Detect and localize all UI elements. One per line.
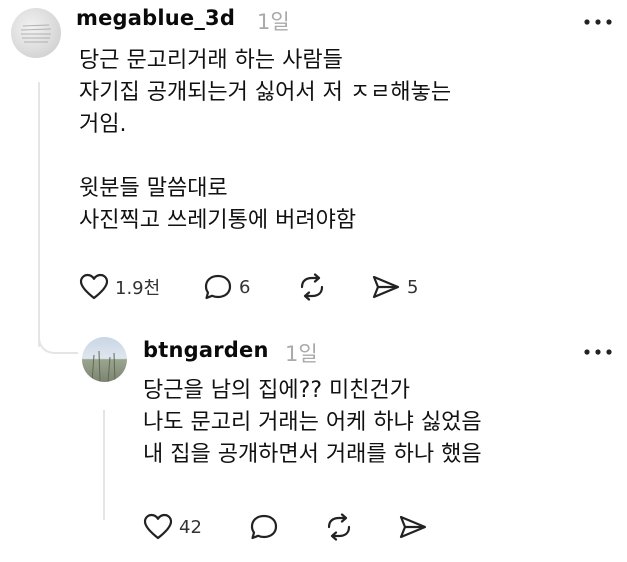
avatar-image [91, 350, 116, 382]
like-button[interactable]: 42 [143, 513, 202, 541]
share-button[interactable] [398, 513, 428, 541]
reply-line: 나도 문고리 거래는 어케 하냐 싫었음 [143, 410, 482, 435]
reply-line: 내 집을 공개하면서 거래를 하나 했음 [143, 442, 482, 467]
more-horizontal-icon[interactable] [583, 345, 613, 359]
share-count: 5 [407, 276, 419, 298]
more-horizontal-icon[interactable] [583, 15, 613, 29]
like-button[interactable]: 1.9천 [79, 273, 160, 301]
comment-button[interactable]: 6 [203, 273, 250, 301]
reply-line: 당근을 남의 집에?? 미친건가 [143, 378, 410, 403]
reply-thread-line [103, 410, 105, 520]
repost-button[interactable] [323, 513, 355, 541]
reply-body: 당근을 남의 집에?? 미친건가 나도 문고리 거래는 어케 하냐 싫었음 내 … [143, 375, 482, 471]
like-count: 42 [179, 516, 202, 538]
post-line: 당근 문고리거래 하는 사람들 [79, 48, 343, 73]
repost-button[interactable] [296, 273, 328, 301]
avatar[interactable] [11, 8, 61, 58]
repost-icon [300, 273, 324, 301]
heart-icon [79, 273, 109, 300]
share-button[interactable]: 5 [371, 273, 418, 301]
post-line: 윗분들 말씀대로 [79, 176, 228, 201]
thread-line [38, 82, 40, 347]
reply-timestamp[interactable]: 1일 [285, 338, 318, 368]
post-line: 자기집 공개되는거 싫어서 저 ㅈㄹ해놓는 [79, 80, 452, 105]
comment-bubble-icon [204, 274, 232, 300]
thread-connector [38, 320, 78, 354]
avatar[interactable] [82, 337, 127, 382]
post-line: 거임. [79, 112, 127, 137]
comment-button[interactable] [249, 513, 279, 541]
post-body-paragraph-1: 당근 문고리거래 하는 사람들 자기집 공개되는거 싫어서 저 ㅈㄹ해놓는 거임… [79, 45, 451, 141]
avatar-image [20, 24, 52, 43]
like-count: 1.9천 [115, 278, 161, 299]
reply-username[interactable]: btngarden [143, 338, 269, 362]
post-username[interactable]: megablue_3d [76, 6, 235, 30]
post-body-paragraph-2: 윗분들 말씀대로 사진찍고 쓰레기통에 버려야함 [79, 173, 356, 237]
post-line: 사진찍고 쓰레기통에 버려야함 [79, 208, 357, 233]
heart-icon [143, 513, 173, 540]
comment-bubble-icon [250, 514, 278, 540]
send-icon [399, 515, 427, 539]
comment-count: 6 [239, 276, 251, 298]
post-timestamp[interactable]: 1일 [257, 6, 290, 36]
send-icon [372, 275, 400, 299]
repost-icon [327, 513, 351, 541]
